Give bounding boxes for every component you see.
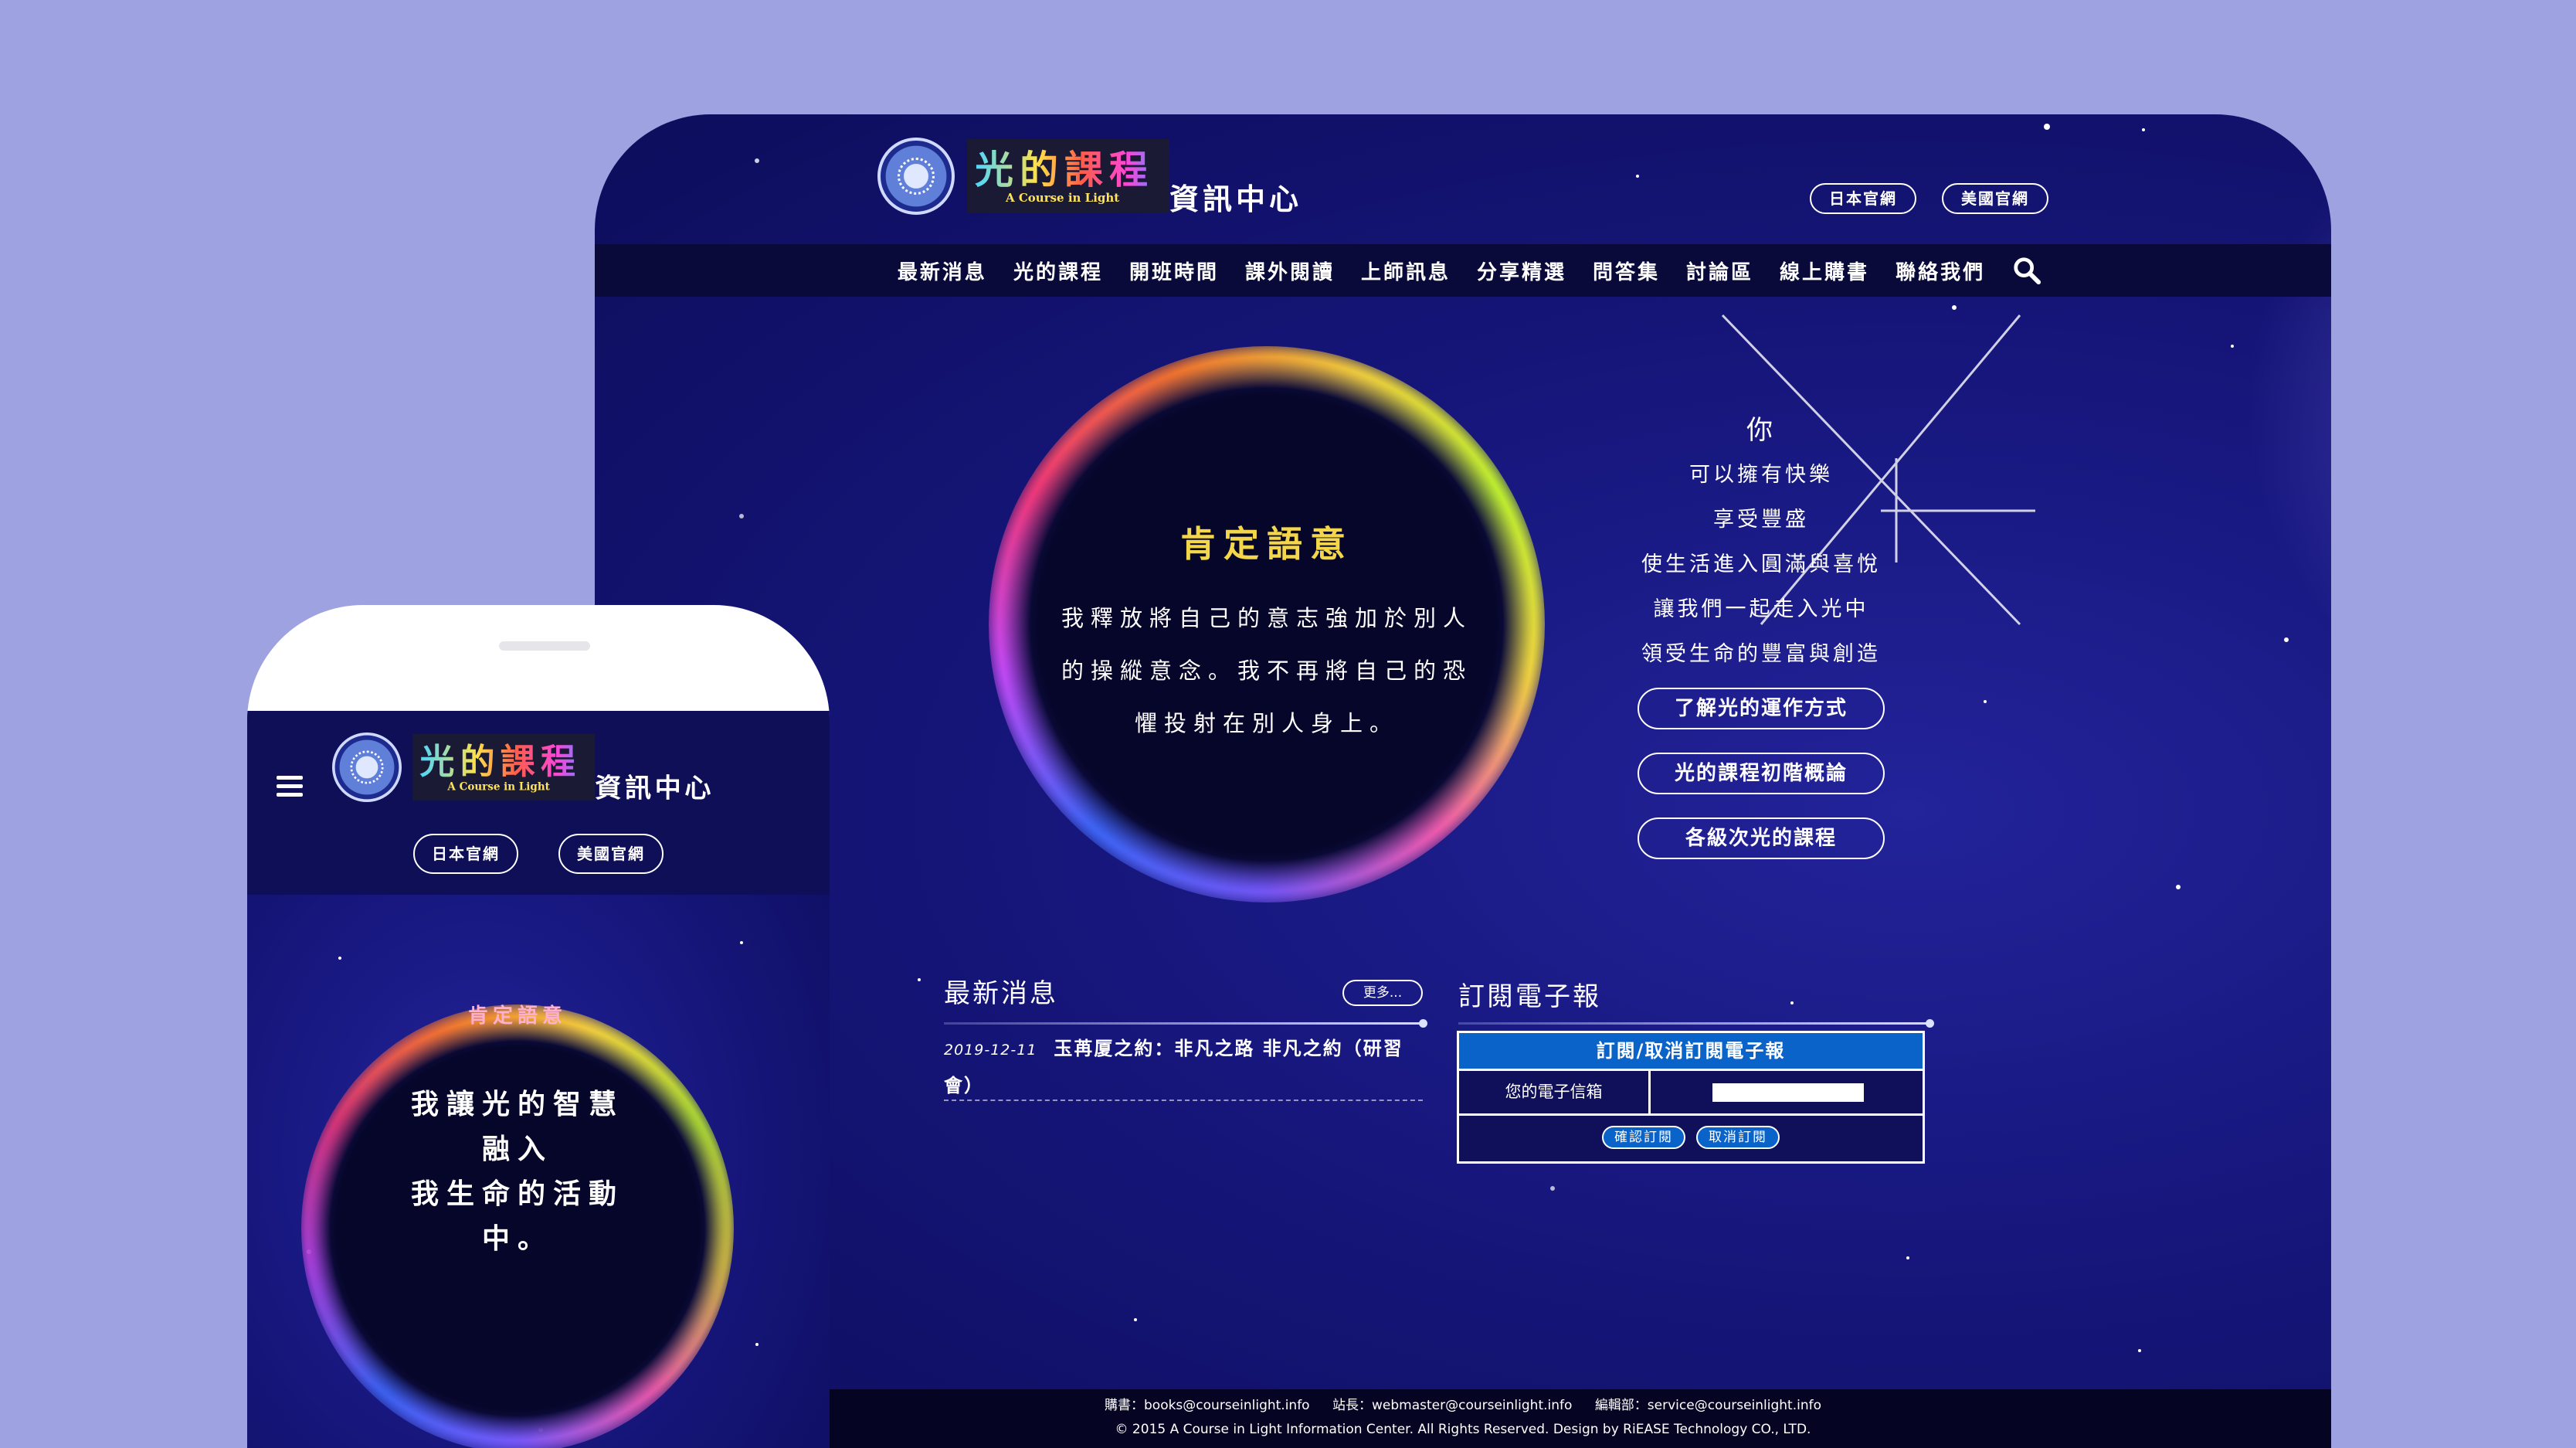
- newsletter-form: 訂閱/取消訂閱電子報 您的電子信箱 確認訂閱 取消訂閱: [1457, 1031, 1925, 1164]
- intro-course-button[interactable]: 光的課程初階概論: [1638, 753, 1885, 794]
- course-levels-button[interactable]: 各級次光的課程: [1638, 817, 1885, 859]
- japan-site-link[interactable]: 日本官網: [1810, 183, 1916, 214]
- mobile-affirmation-title: 肯定語意: [467, 1004, 567, 1028]
- affirmation-line: 懼投射在別人身上。: [1134, 710, 1399, 736]
- email-cell: [1651, 1071, 1923, 1113]
- phone-speaker: [499, 641, 590, 651]
- footer-contacts: 購書：books@courseinlight.info 站長：webmaster…: [595, 1394, 2331, 1413]
- intro-panel: 你 可以擁有快樂 享受豐盛 使生活進入圓滿與喜悅 讓我們一起走入光中 領受生命的…: [1614, 408, 1908, 859]
- news-divider: [944, 1019, 1427, 1028]
- mobile-japan-site-link[interactable]: 日本官網: [413, 834, 518, 874]
- unsubscribe-button[interactable]: 取消訂閱: [1696, 1125, 1780, 1149]
- nav-item-news[interactable]: 最新消息: [898, 257, 987, 285]
- nav-item-contact[interactable]: 聯絡我們: [1896, 257, 1985, 285]
- mobile-affirmation-line: 中。: [481, 1222, 553, 1255]
- site-logo[interactable]: 光的課程 A Course in Light 資訊中心: [877, 138, 1303, 216]
- mobile-affirmation-line: 我生命的活動: [410, 1178, 624, 1210]
- nav-item-reading[interactable]: 課外閱讀: [1245, 257, 1335, 285]
- affirmation-line: 的操縱意念。我不再將自己的恐: [1061, 658, 1472, 684]
- hamburger-menu-icon[interactable]: [277, 771, 303, 801]
- news-item[interactable]: 2019-12-11 玉苒厦之約：非凡之路 非凡之約（研習 會）: [944, 1031, 1423, 1103]
- nav-item-course[interactable]: 光的課程: [1013, 257, 1103, 285]
- intro-line: 可以擁有快樂: [1689, 463, 1833, 487]
- logo-english-title: A Course in Light: [1006, 191, 1120, 205]
- mobile-logo-subtitle: 資訊中心: [595, 772, 715, 804]
- us-site-link[interactable]: 美國官網: [1942, 183, 2048, 214]
- news-date: 2019-12-11: [944, 1042, 1037, 1059]
- mobile-logo-brand: 光的課程 A Course in Light: [412, 733, 596, 801]
- flower-of-life-seal-icon: [877, 138, 955, 215]
- subscribe-button[interactable]: 確認訂閱: [1602, 1125, 1685, 1149]
- footer-contact-books[interactable]: 購書：books@courseinlight.info: [1105, 1398, 1310, 1413]
- nav-item-master-message[interactable]: 上師訊息: [1361, 257, 1451, 285]
- email-field[interactable]: [1712, 1083, 1864, 1102]
- mobile-logo-english-title: A Course in Light: [447, 780, 550, 794]
- mobile-site-logo[interactable]: 光的課程 A Course in Light 資訊中心: [332, 732, 715, 804]
- nav-item-bookstore[interactable]: 線上購書: [1780, 257, 1869, 285]
- news-title: 玉苒厦之約：非凡之路 非凡之約（研習: [1054, 1038, 1403, 1059]
- flower-of-life-seal-icon: [332, 732, 402, 802]
- how-light-works-button[interactable]: 了解光的運作方式: [1638, 688, 1885, 729]
- affirmation-line: 我釋放將自己的意志強加於別人: [1061, 605, 1472, 631]
- nav-item-sharing[interactable]: 分享精選: [1477, 257, 1566, 285]
- news-title-continued: 會）: [944, 1075, 984, 1096]
- site-footer: 購書：books@courseinlight.info 站長：webmaster…: [595, 1389, 2331, 1448]
- nav-item-forum[interactable]: 討論區: [1686, 257, 1753, 285]
- mobile-logo-chinese-title: 光的課程: [419, 740, 582, 782]
- intro-line: 你: [1746, 415, 1776, 446]
- newsletter-divider: [1458, 1019, 1934, 1028]
- mobile-affirmation-line: 我讓光的智慧: [410, 1088, 624, 1120]
- newsletter-form-header: 訂閱/取消訂閱電子報: [1459, 1033, 1923, 1069]
- newsletter-section-title: 訂閱電子報: [1458, 981, 1601, 1012]
- logo-chinese-title: 光的課程: [975, 147, 1154, 192]
- affirmation-text: 我釋放將自己的意志強加於別人 的操縱意念。我不再將自己的恐 懼投射在別人身上。: [989, 592, 1545, 749]
- email-label: 您的電子信箱: [1459, 1071, 1651, 1113]
- main-nav: 最新消息 光的課程 開班時間 課外閱讀 上師訊息 分享精選 問答集 討論區 線上…: [595, 244, 2331, 297]
- mobile-header: 光的課程 A Course in Light 資訊中心 日本官網 美國官網: [247, 711, 830, 895]
- news-more-button[interactable]: 更多...: [1342, 980, 1423, 1006]
- mobile-screen: 光的課程 A Course in Light 資訊中心 日本官網 美國官網 肯定…: [247, 711, 830, 1448]
- email-row: 您的電子信箱: [1459, 1069, 1923, 1113]
- news-item-divider: [944, 1100, 1423, 1101]
- intro-line: 領受生命的豐富與創造: [1641, 642, 1881, 666]
- logo-brand: 光的課程 A Course in Light: [967, 139, 1169, 213]
- affirmation-title: 肯定語意: [1180, 523, 1353, 565]
- footer-contact-webmaster[interactable]: 站長：webmaster@courseinlight.info: [1332, 1398, 1572, 1413]
- intro-line: 享受豐盛: [1713, 508, 1809, 532]
- desktop-mockup: 光的課程 A Course in Light 資訊中心 日本官網 美國官網 最新…: [595, 114, 2331, 1448]
- mobile-us-site-link[interactable]: 美國官網: [558, 834, 664, 874]
- news-section-title: 最新消息: [944, 978, 1058, 1009]
- mobile-mockup: 光的課程 A Course in Light 資訊中心 日本官網 美國官網 肯定…: [247, 605, 830, 1448]
- mobile-affirmation-circle: 肯定語意 我讓光的智慧 融入 我生命的活動 中。: [301, 1004, 734, 1448]
- logo-subtitle: 資訊中心: [1169, 182, 1303, 216]
- nav-item-class-schedule[interactable]: 開班時間: [1129, 257, 1219, 285]
- nav-item-faq[interactable]: 問答集: [1593, 257, 1660, 285]
- search-icon[interactable]: [2012, 256, 2041, 285]
- intro-line: 使生活進入圓滿與喜悅: [1641, 552, 1881, 576]
- mobile-affirmation-text: 我讓光的智慧 融入 我生命的活動 中。: [301, 1082, 734, 1261]
- footer-copyright: © 2015 A Course in Light Information Cen…: [1115, 1422, 1811, 1437]
- intro-line: 讓我們一起走入光中: [1653, 597, 1869, 621]
- site-header: 光的課程 A Course in Light 資訊中心 日本官網 美國官網: [595, 114, 2331, 244]
- footer-contact-editor[interactable]: 編輯部：service@courseinlight.info: [1595, 1398, 1821, 1413]
- newsletter-actions: 確認訂閱 取消訂閱: [1459, 1113, 1923, 1158]
- affirmation-circle: 肯定語意 我釋放將自己的意志強加於別人 的操縱意念。我不再將自己的恐 懼投射在別…: [989, 346, 1545, 902]
- mobile-affirmation-line: 融入: [481, 1133, 553, 1165]
